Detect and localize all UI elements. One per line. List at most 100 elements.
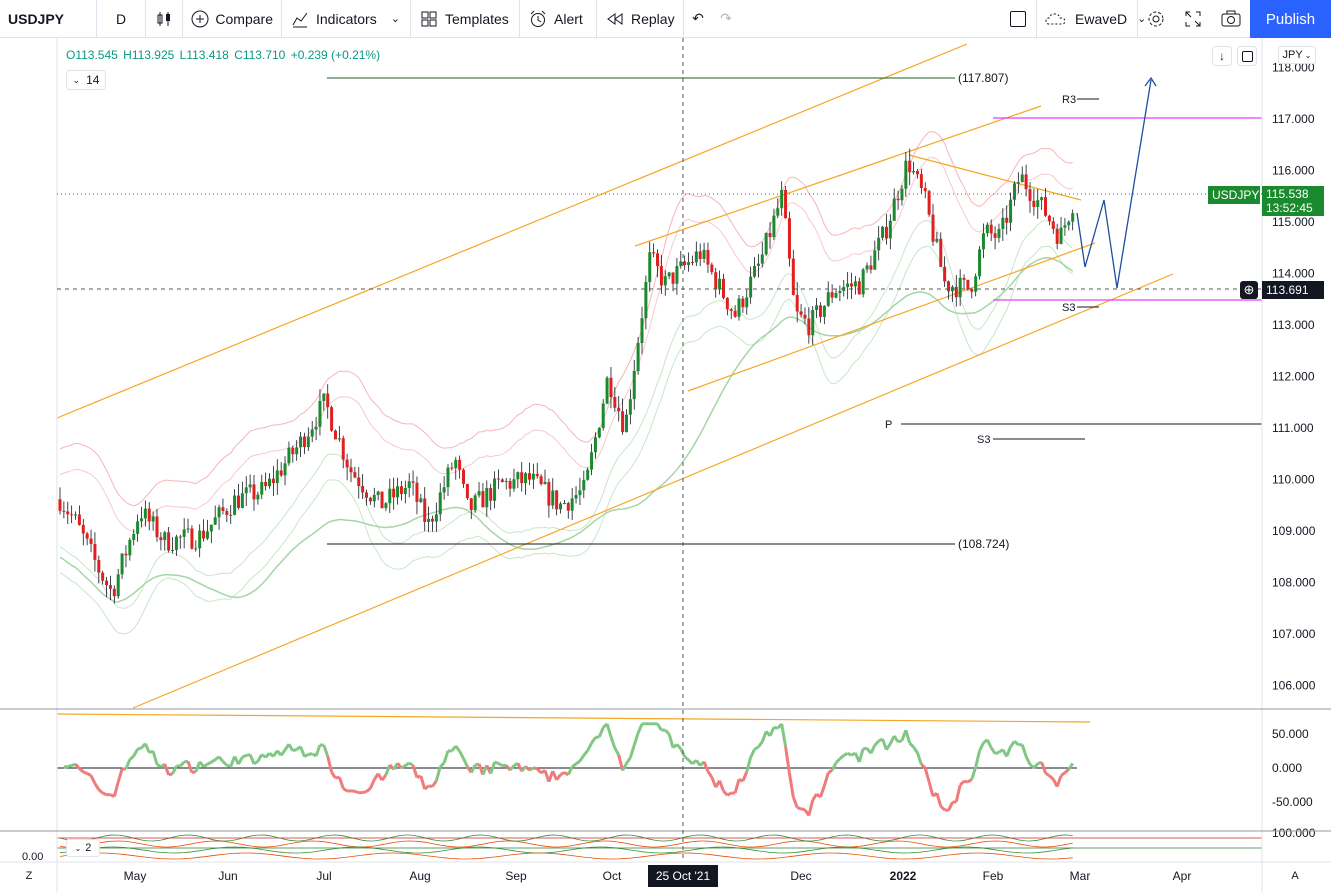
candle-body xyxy=(1032,200,1036,207)
osc-axis-tick: 50.000 xyxy=(1272,727,1309,741)
candle-body xyxy=(624,414,628,433)
candle-body xyxy=(609,377,613,398)
templates-button[interactable]: Templates xyxy=(411,0,519,38)
indicator-length-toggle[interactable]: ⌄ 14 xyxy=(66,70,106,90)
pivot-p-label: P xyxy=(885,419,892,431)
osc-line-segment xyxy=(923,767,931,783)
osc-line-segment xyxy=(362,790,367,795)
auto-scale-button[interactable]: A xyxy=(1286,867,1304,885)
osc-line-segment xyxy=(791,796,799,809)
osc-line-segment xyxy=(458,750,465,760)
osc-line-segment xyxy=(939,805,946,811)
candle-body xyxy=(283,463,287,476)
candle-body xyxy=(260,481,264,495)
alert-button[interactable]: Alert xyxy=(520,0,596,38)
candle-body xyxy=(392,488,396,498)
snapshot-button[interactable] xyxy=(1212,0,1250,38)
chevron-down-icon: ⌄ xyxy=(1304,50,1312,60)
replay-button[interactable]: Replay xyxy=(597,0,683,38)
osc-line-segment xyxy=(1024,755,1032,766)
osc-line-segment xyxy=(299,746,306,758)
candle-body xyxy=(318,400,322,427)
osc-line-segment xyxy=(843,752,849,757)
candle-body xyxy=(485,488,489,508)
maximize-pane-button[interactable] xyxy=(1237,46,1257,66)
osc-line-segment xyxy=(116,768,124,783)
osc-line-segment xyxy=(967,778,973,784)
candle-body xyxy=(551,490,555,506)
osc-line-segment xyxy=(687,758,694,765)
osc-line-segment xyxy=(628,744,636,759)
candle-body xyxy=(423,498,427,522)
symbol-search[interactable]: USDJPY xyxy=(0,0,96,38)
candle-body xyxy=(698,251,702,259)
maximize-icon xyxy=(1241,50,1253,62)
candle-body xyxy=(834,292,838,298)
candle-body xyxy=(93,543,97,560)
level-low-label: (108.724) xyxy=(958,537,1009,551)
osc-line-segment xyxy=(112,781,120,797)
chevron-down-icon: ⌄ xyxy=(390,13,400,25)
layout-menu[interactable]: EwaveD ⌄ xyxy=(1037,0,1146,38)
chevron-down-icon: ⌄ xyxy=(72,74,81,85)
candle-body xyxy=(508,480,512,489)
undo-button[interactable]: ↶ xyxy=(684,0,712,38)
currency-selector[interactable]: JPY ⌄ xyxy=(1278,46,1316,64)
price-axis-tick: 110.000 xyxy=(1272,473,1315,487)
add-alert-button[interactable]: ⊕ xyxy=(1240,281,1258,299)
candle-body xyxy=(826,292,830,306)
rewind-icon xyxy=(605,9,625,29)
candle-body xyxy=(1063,225,1067,228)
candle-body xyxy=(380,491,384,509)
osc-line-segment xyxy=(369,778,376,789)
compare-button[interactable]: Compare xyxy=(183,0,281,38)
chart-canvas[interactable]: (117.807) (108.724) R3 S3 P S3 50.000 0.000 -50… xyxy=(0,38,1331,892)
osc-line-segment xyxy=(675,743,682,750)
osc-line-segment xyxy=(985,739,993,749)
candle-body xyxy=(601,403,605,429)
candle-body xyxy=(396,486,400,498)
candle-body xyxy=(388,488,392,504)
candle-body xyxy=(124,553,128,556)
compare-label: Compare xyxy=(215,10,273,27)
osc-line-segment xyxy=(796,806,802,811)
candle-body xyxy=(205,531,209,539)
indicators-button[interactable]: Indicators ⌄ xyxy=(282,0,410,38)
osc-line-segment xyxy=(454,745,461,753)
candle-body xyxy=(337,438,341,440)
candle-body xyxy=(927,191,931,215)
candle-body xyxy=(958,277,962,298)
candle-body xyxy=(811,310,815,336)
osc-line-segment xyxy=(128,754,135,761)
candle-body xyxy=(442,487,446,493)
drawings: (117.807) (108.724) R3 S3 P S3 xyxy=(327,71,1262,551)
candle-body xyxy=(163,532,167,541)
osc-trendline xyxy=(56,713,1091,723)
scroll-to-latest-button[interactable]: ↓ xyxy=(1212,46,1232,66)
chart-style-button[interactable] xyxy=(146,0,182,38)
interval-button[interactable]: D xyxy=(97,0,145,38)
candle-body xyxy=(504,480,508,482)
fullscreen-layout-button[interactable] xyxy=(1000,0,1036,38)
timezone-left-button[interactable]: Z xyxy=(20,867,38,885)
pane2-length-toggle[interactable]: ⌄ 2 xyxy=(66,839,100,857)
candle-body xyxy=(640,318,644,344)
candle-body xyxy=(516,472,520,480)
candle-body xyxy=(888,220,892,239)
candle-body xyxy=(112,588,116,597)
candle-body xyxy=(795,294,799,312)
candle-body xyxy=(985,224,989,234)
publish-button[interactable]: Publish xyxy=(1250,0,1331,38)
osc-line-segment xyxy=(590,736,597,744)
fullscreen-button[interactable] xyxy=(1174,0,1212,38)
indicators-label: Indicators xyxy=(316,10,377,27)
settings-button[interactable] xyxy=(1138,0,1174,38)
publish-label: Publish xyxy=(1265,10,1316,28)
candle-body xyxy=(648,252,652,282)
candle-body xyxy=(430,518,434,522)
redo-button[interactable]: ↷ xyxy=(712,0,740,38)
trend-channels xyxy=(56,43,1174,709)
osc-line-segment xyxy=(718,780,725,792)
candle-body xyxy=(865,265,869,270)
osc-line-segment xyxy=(337,776,345,789)
